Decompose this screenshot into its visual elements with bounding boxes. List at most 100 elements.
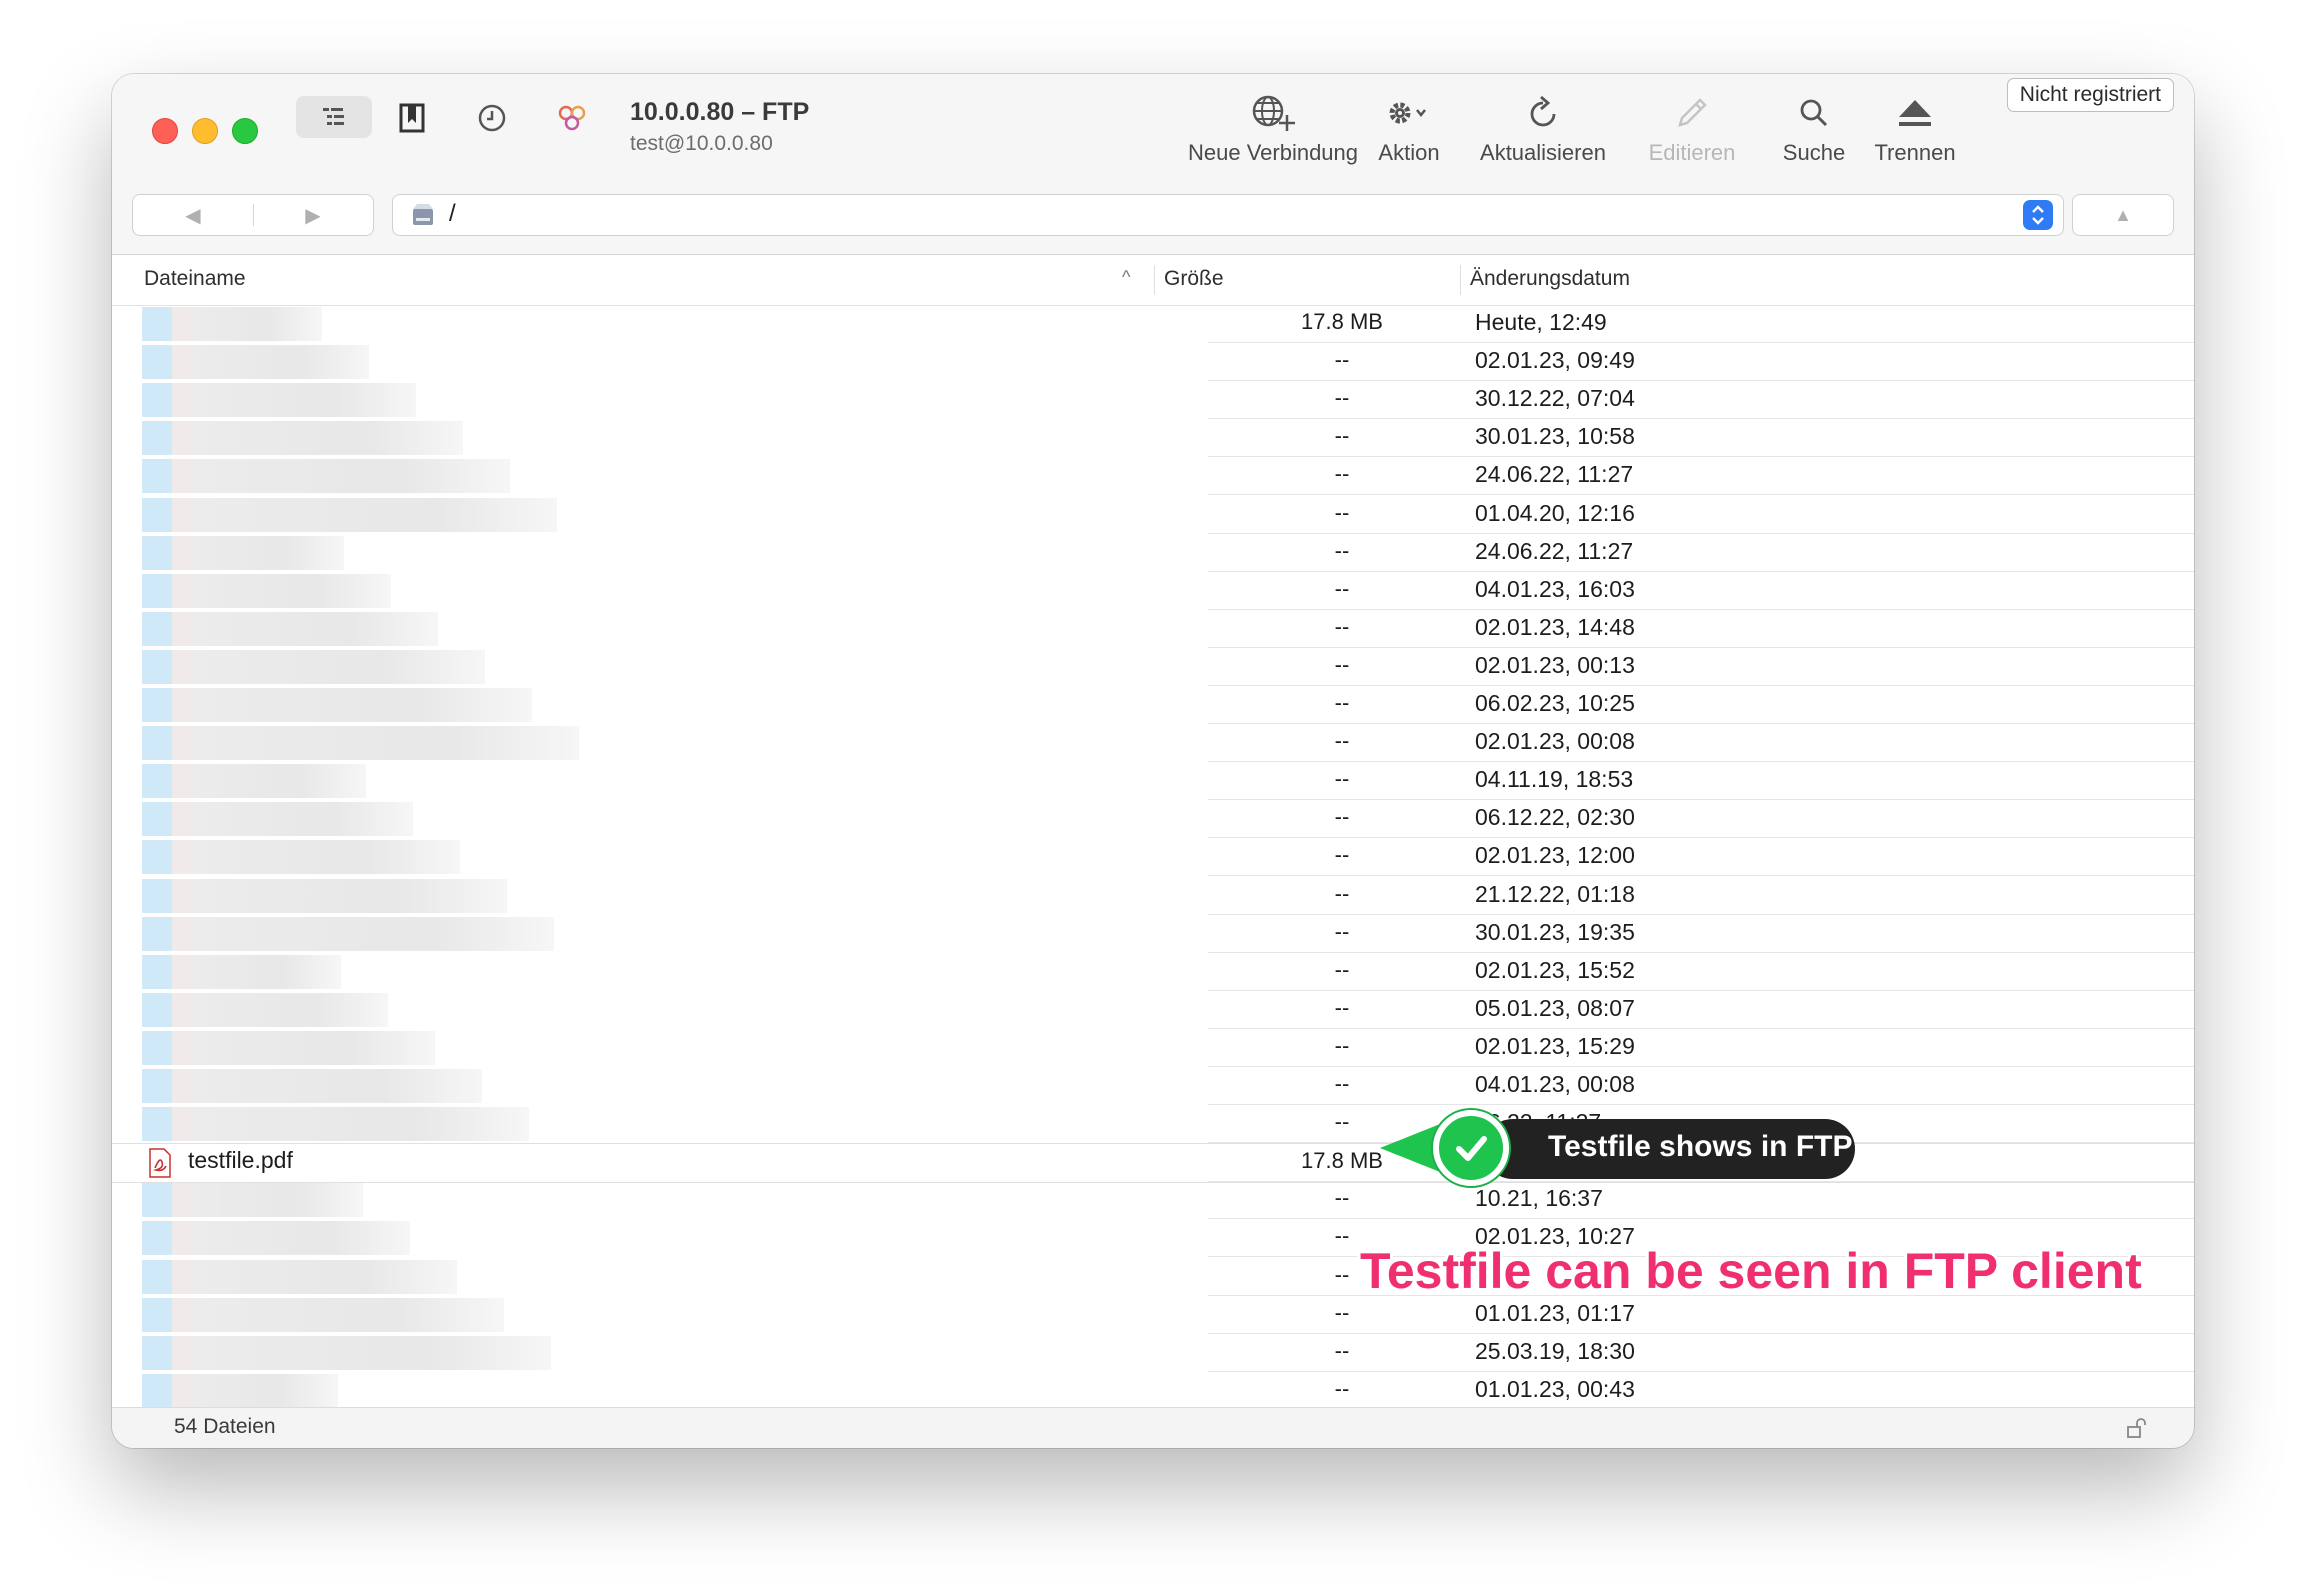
file-row[interactable]: 17.8 MB Heute, 12:49: [112, 305, 2194, 343]
file-size: --: [1334, 1376, 1350, 1401]
file-row[interactable]: -- 02.01.23, 00:08: [112, 724, 2194, 762]
annotation-caption: Testfile can be seen in FTP client: [1360, 1243, 2142, 1299]
file-row[interactable]: -- 10.21, 16:37: [112, 1181, 2194, 1219]
pixelated-file-name: [142, 459, 510, 493]
outline-view-button[interactable]: [296, 96, 372, 138]
file-modified-date: 21.12.22, 01:18: [1475, 881, 1635, 907]
column-header-size[interactable]: Größe: [1164, 267, 1224, 291]
action-menu-button[interactable]: Aktion: [1362, 92, 1456, 172]
file-row[interactable]: -- 01.01.23, 00:43: [112, 1372, 2194, 1410]
file-modified-date: 30.01.23, 10:58: [1475, 423, 1635, 449]
edit-button[interactable]: Editieren: [1632, 92, 1752, 172]
unlocked-lock-icon[interactable]: [2126, 1417, 2148, 1439]
pixelated-file-name: [142, 1069, 482, 1103]
file-row[interactable]: -- 30.12.22, 07:04: [112, 381, 2194, 419]
path-selector[interactable]: /: [392, 194, 2064, 236]
parent-directory-button[interactable]: ▲: [2072, 194, 2174, 236]
pixelated-file-name: [142, 650, 485, 684]
file-modified-date: 04.11.19, 18:53: [1475, 766, 1634, 792]
file-count: 54 Dateien: [174, 1415, 276, 1438]
file-modified-date: 01.01.23, 00:43: [1475, 1376, 1635, 1402]
file-row[interactable]: -- 25.03.19, 18:30: [112, 1334, 2194, 1372]
file-size: --: [1334, 614, 1350, 639]
file-modified-date: 02.01.23, 14:48: [1475, 614, 1635, 640]
file-row[interactable]: -- 02.01.23, 15:52: [112, 953, 2194, 991]
pixelated-file-name: [142, 1031, 435, 1065]
pixelated-file-name: [142, 1298, 504, 1332]
file-size: --: [1334, 461, 1350, 486]
column-header-name[interactable]: Dateiname: [144, 267, 246, 291]
bookmarks-button[interactable]: [394, 100, 430, 136]
refresh-button[interactable]: Aktualisieren: [1462, 92, 1624, 172]
disconnect-label: Trennen: [1874, 140, 1956, 165]
file-row[interactable]: -- 02.01.23, 15:29: [112, 1029, 2194, 1067]
file-size: --: [1334, 1185, 1350, 1210]
file-size: --: [1334, 728, 1350, 753]
file-modified-date: 02.01.23, 15:52: [1475, 957, 1635, 983]
column-divider[interactable]: [1154, 265, 1155, 295]
file-size: --: [1334, 957, 1350, 982]
zoom-window-button[interactable]: [232, 118, 258, 144]
file-row[interactable]: -- 02.01.23, 12:00: [112, 838, 2194, 876]
file-row-testfile[interactable]: testfile.pdf 17.8 MB: [112, 1143, 2194, 1183]
disconnect-button[interactable]: Trennen: [1860, 92, 1970, 172]
minimize-window-button[interactable]: [192, 118, 218, 144]
pencil-icon: [1678, 98, 1707, 127]
action-label: Aktion: [1378, 140, 1440, 165]
file-size: 17.8 MB: [1301, 309, 1383, 334]
file-size: --: [1334, 881, 1350, 906]
pixelated-file-name: [142, 1260, 457, 1294]
pixelated-file-name: [142, 1374, 338, 1408]
file-row[interactable]: -- 01.04.20, 12:16: [112, 496, 2194, 534]
pixelated-file-name: [142, 1107, 529, 1141]
path-bar: ◀ ▶ / ▲: [112, 182, 2194, 255]
file-size: --: [1334, 423, 1350, 448]
file-modified-date: 05.01.23, 08:07: [1475, 995, 1635, 1021]
refresh-label: Aktualisieren: [1480, 140, 1606, 165]
not-registered-button[interactable]: Nicht registriert: [2006, 78, 2174, 112]
file-size: --: [1334, 576, 1350, 601]
file-row[interactable]: -- 01.01.23, 01:17: [112, 1296, 2194, 1334]
back-button[interactable]: ◀: [133, 195, 253, 235]
file-row[interactable]: -- 04.01.23, 00:08: [112, 1067, 2194, 1105]
file-modified-date: 24.06.22, 11:27: [1475, 461, 1634, 487]
file-row[interactable]: -- 02.01.23, 14:48: [112, 610, 2194, 648]
search-button[interactable]: Suche: [1764, 92, 1864, 172]
file-size: --: [1334, 500, 1350, 525]
file-row[interactable]: -- 06.02.23, 10:25: [112, 686, 2194, 724]
file-row[interactable]: -- 06.12.22, 02:30: [112, 800, 2194, 838]
file-modified-date: 25.03.19, 18:30: [1475, 1338, 1635, 1364]
new-connection-button[interactable]: Neue Verbindung: [1176, 92, 1370, 172]
bonjour-button[interactable]: [554, 100, 590, 136]
pixelated-file-name: [142, 764, 366, 798]
gear-chevron-icon: [1389, 102, 1426, 124]
file-row[interactable]: --06.22, 11:27: [112, 1105, 2194, 1143]
file-row[interactable]: -- 02.01.23, 09:49: [112, 343, 2194, 381]
column-divider[interactable]: [1460, 265, 1461, 295]
pixelated-file-name: [142, 307, 322, 341]
path-popup-button[interactable]: [2023, 200, 2053, 230]
forward-button[interactable]: ▶: [253, 195, 373, 235]
file-row[interactable]: -- 24.06.22, 11:27: [112, 457, 2194, 495]
file-row[interactable]: -- 24.06.22, 11:27: [112, 534, 2194, 572]
pixelated-file-name: [142, 498, 557, 532]
column-header-date[interactable]: Änderungsdatum: [1470, 267, 1630, 291]
pixelated-file-name: [142, 612, 438, 646]
checkmark-icon: [1456, 1136, 1487, 1161]
file-row[interactable]: -- 04.01.23, 16:03: [112, 572, 2194, 610]
file-row[interactable]: -- 04.11.19, 18:53: [112, 762, 2194, 800]
file-modified-date: 02.01.23, 15:29: [1475, 1033, 1635, 1059]
file-row[interactable]: -- 05.01.23, 08:07: [112, 991, 2194, 1029]
file-row[interactable]: -- 30.01.23, 19:35: [112, 915, 2194, 953]
file-row[interactable]: -- 02.01.23, 00:13: [112, 648, 2194, 686]
file-modified-date: 30.12.22, 07:04: [1475, 385, 1635, 411]
annotation-callout: Testfile shows in FTP: [1378, 1110, 1858, 1186]
file-row[interactable]: -- 21.12.22, 01:18: [112, 877, 2194, 915]
pixelated-file-name: [142, 993, 388, 1027]
file-modified-date: 01.04.20, 12:16: [1475, 500, 1635, 526]
callout-arrow: [1380, 1124, 1440, 1172]
history-button[interactable]: [474, 100, 510, 136]
file-row[interactable]: -- 30.01.23, 10:58: [112, 419, 2194, 457]
close-window-button[interactable]: [152, 118, 178, 144]
pixelated-file-name: [142, 840, 460, 874]
